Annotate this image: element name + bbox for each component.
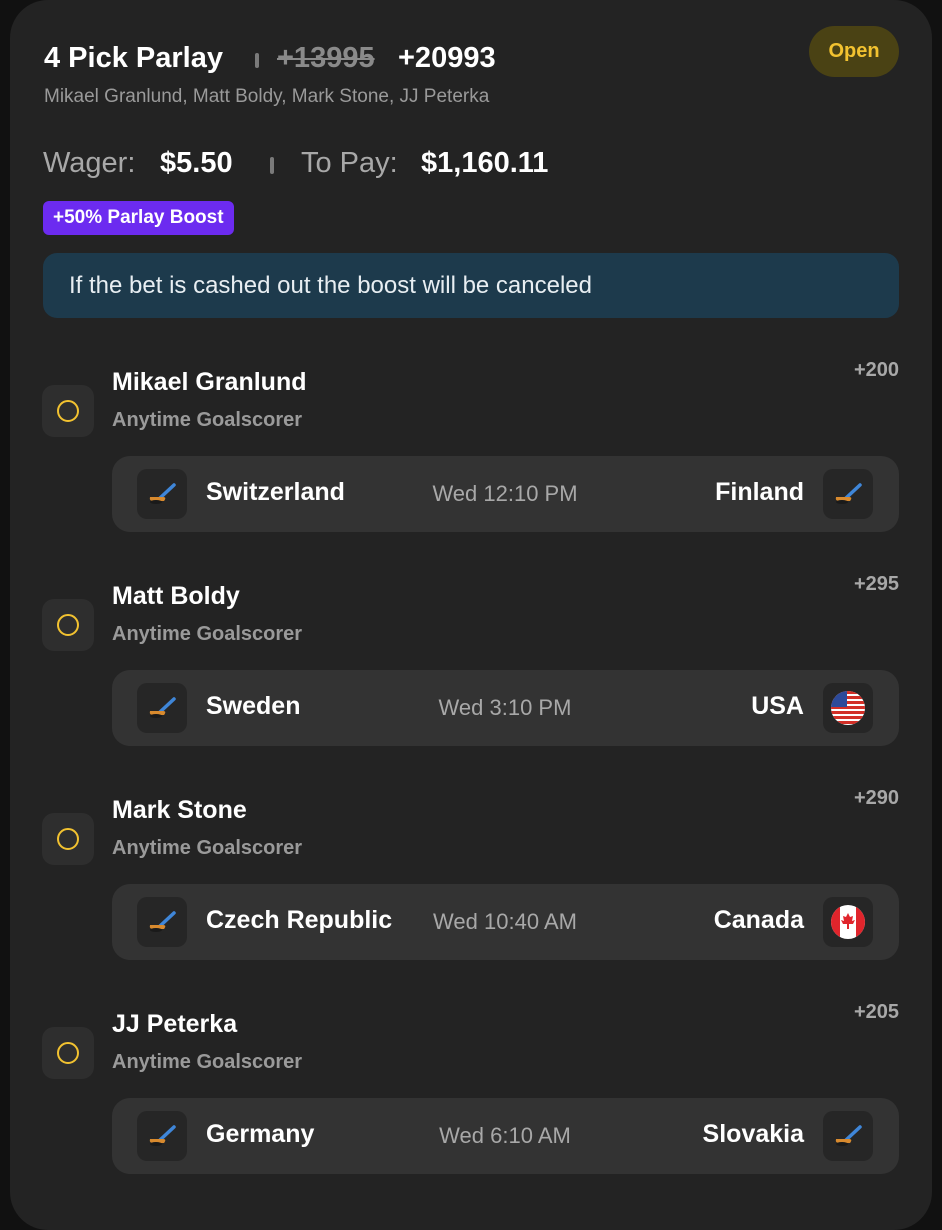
parlay-players-summary: Mikael Granlund, Matt Boldy, Mark Stone,… bbox=[44, 86, 490, 107]
status-badge: Open bbox=[809, 26, 899, 77]
usa-flag-icon bbox=[823, 683, 873, 733]
game-time: Wed 3:10 PM bbox=[438, 695, 572, 720]
away-team-name: Slovakia bbox=[702, 1120, 804, 1148]
away-team-name: USA bbox=[751, 692, 804, 720]
pick-player-name: Matt Boldy bbox=[112, 582, 240, 610]
game-time: Wed 10:40 AM bbox=[433, 909, 577, 934]
original-odds: +13995 bbox=[277, 42, 375, 74]
wager-divider bbox=[270, 157, 274, 174]
pick-market: Anytime Goalscorer bbox=[112, 837, 303, 859]
pick-row[interactable]: JJ Peterka Anytime Goalscorer +205 Germa… bbox=[10, 997, 932, 1211]
pick-odds: +205 bbox=[853, 1001, 899, 1023]
game-matchup[interactable]: Germany Wed 6:10 AM Slovakia bbox=[112, 1098, 899, 1174]
away-team-name: Finland bbox=[715, 478, 804, 506]
canada-flag-icon bbox=[823, 897, 873, 947]
pending-status-icon bbox=[57, 614, 79, 636]
to-pay-label: To Pay: bbox=[301, 147, 398, 179]
pick-player-name: Mikael Granlund bbox=[112, 368, 307, 396]
hockey-stick-icon bbox=[823, 469, 873, 519]
to-pay-amount: $1,160.11 bbox=[421, 147, 549, 179]
hockey-stick-icon bbox=[137, 897, 187, 947]
pick-market: Anytime Goalscorer bbox=[112, 409, 303, 431]
wager-label: Wager: bbox=[43, 147, 136, 179]
pick-odds: +290 bbox=[853, 787, 899, 809]
pick-status-indicator bbox=[42, 599, 94, 651]
wager-amount: $5.50 bbox=[160, 147, 233, 179]
pick-player-name: JJ Peterka bbox=[112, 1010, 238, 1038]
pick-row[interactable]: Mikael Granlund Anytime Goalscorer +200 … bbox=[10, 355, 932, 569]
home-team-name: Germany bbox=[206, 1120, 315, 1148]
title-divider bbox=[255, 53, 259, 68]
pick-status-indicator bbox=[42, 813, 94, 865]
away-team-name: Canada bbox=[713, 906, 804, 934]
pending-status-icon bbox=[57, 400, 79, 422]
pick-odds: +200 bbox=[853, 359, 899, 381]
hockey-stick-icon bbox=[137, 1111, 187, 1161]
pending-status-icon bbox=[57, 828, 79, 850]
home-team-name: Czech Republic bbox=[206, 906, 393, 934]
boost-notice-text: If the bet is cashed out the boost will … bbox=[69, 271, 592, 299]
home-team-name: Sweden bbox=[206, 692, 301, 720]
pending-status-icon bbox=[57, 1042, 79, 1064]
pick-market: Anytime Goalscorer bbox=[112, 1051, 303, 1073]
pick-player-name: Mark Stone bbox=[112, 796, 247, 824]
home-team-name: Switzerland bbox=[206, 478, 345, 506]
game-matchup[interactable]: Czech Republic Wed 10:40 AM Canada bbox=[112, 884, 899, 960]
game-matchup[interactable]: Sweden Wed 3:10 PM USA bbox=[112, 670, 899, 746]
game-matchup[interactable]: Switzerland Wed 12:10 PM Finland bbox=[112, 456, 899, 532]
hockey-stick-icon bbox=[137, 469, 187, 519]
game-time: Wed 12:10 PM bbox=[432, 481, 578, 506]
parlay-boost-badge: +50% Parlay Boost bbox=[43, 201, 234, 235]
parlay-bet-card[interactable]: 4 Pick Parlay +13995 +20993 Mikael Granl… bbox=[10, 0, 932, 1230]
boost-notice-banner: If the bet is cashed out the boost will … bbox=[43, 253, 899, 318]
parlay-title: 4 Pick Parlay bbox=[44, 42, 223, 74]
pick-status-indicator bbox=[42, 1027, 94, 1079]
hockey-stick-icon bbox=[137, 683, 187, 733]
pick-odds: +295 bbox=[853, 573, 899, 595]
hockey-stick-icon bbox=[823, 1111, 873, 1161]
boosted-odds: +20993 bbox=[398, 42, 496, 74]
pick-market: Anytime Goalscorer bbox=[112, 623, 303, 645]
pick-status-indicator bbox=[42, 385, 94, 437]
pick-row[interactable]: Matt Boldy Anytime Goalscorer +295 Swede… bbox=[10, 569, 932, 783]
pick-row[interactable]: Mark Stone Anytime Goalscorer +290 Czech… bbox=[10, 783, 932, 997]
game-time: Wed 6:10 AM bbox=[439, 1123, 571, 1148]
